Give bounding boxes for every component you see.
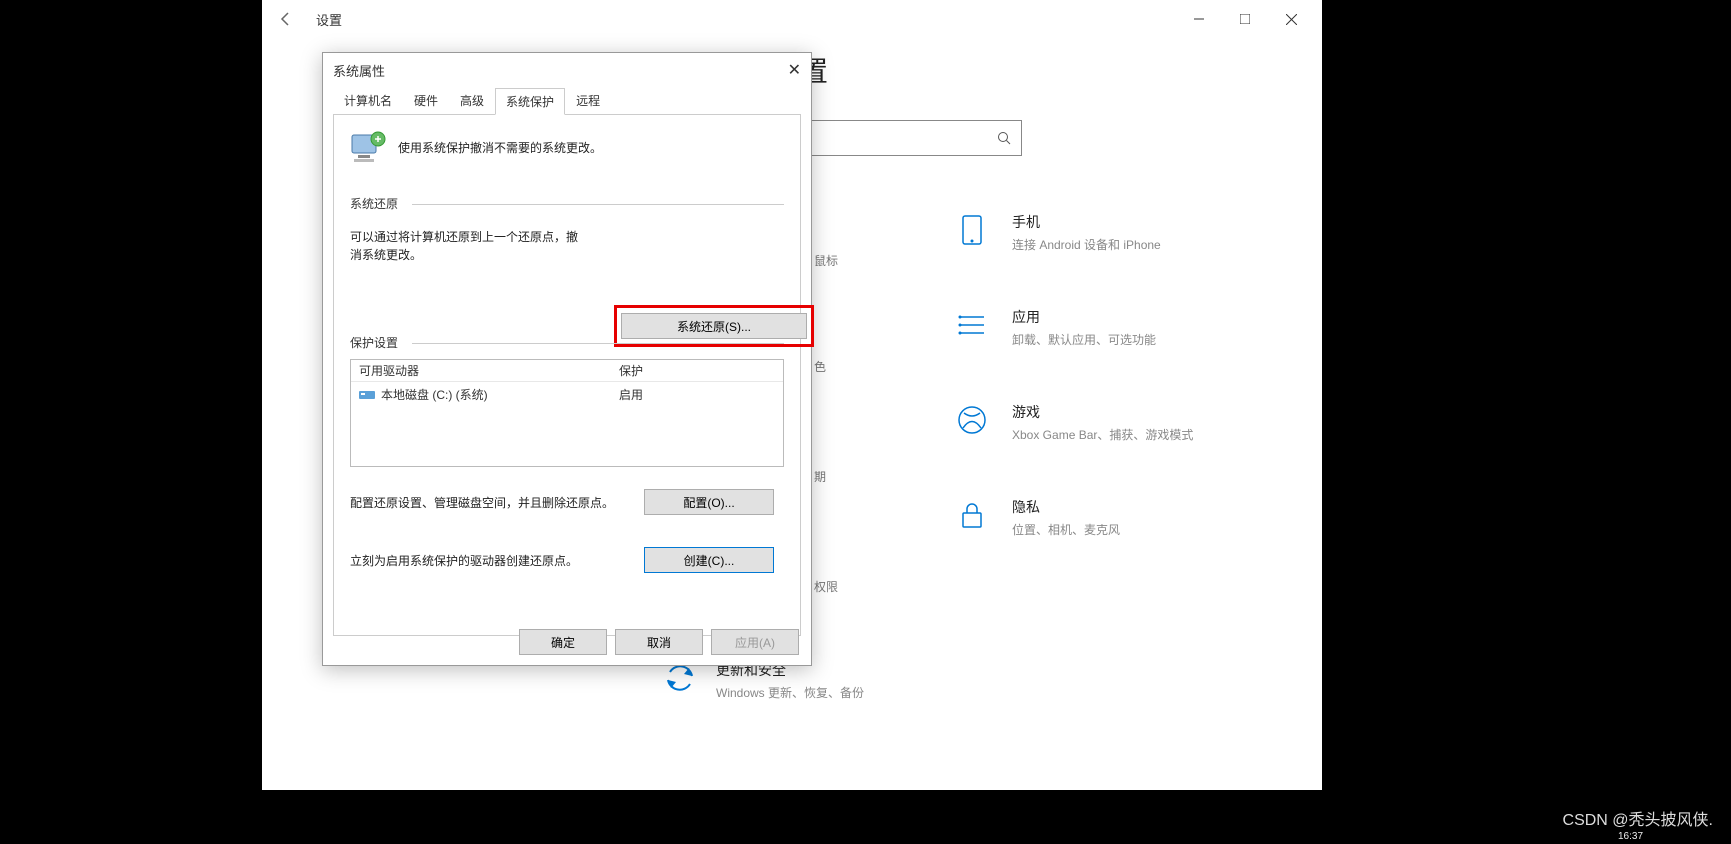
restore-row: 可以通过将计算机还原到上一个还原点，撤消系统更改。 <box>350 228 784 264</box>
partial-label: 权限 <box>814 578 838 595</box>
configure-row: 配置还原设置、管理磁盘空间，并且删除还原点。 配置(O)... <box>350 489 784 515</box>
drive-icon <box>359 389 375 401</box>
table-row[interactable]: 本地磁盘 (C:) (系统) 启用 <box>351 382 783 407</box>
restore-description: 可以通过将计算机还原到上一个还原点，撤消系统更改。 <box>350 228 580 264</box>
configure-button[interactable]: 配置(O)... <box>644 489 774 515</box>
tab-computername[interactable]: 计算机名 <box>333 87 403 114</box>
apply-button[interactable]: 应用(A) <box>711 629 799 655</box>
category-text: 应用 卸载、默认应用、可选功能 <box>1012 307 1156 348</box>
category-phone[interactable]: 手机 连接 Android 设备和 iPhone <box>954 212 1294 253</box>
col-drive: 可用驱动器 <box>359 362 619 379</box>
category-desc: 位置、相机、麦克风 <box>1012 521 1120 538</box>
category-apps[interactable]: 应用 卸载、默认应用、可选功能 <box>954 307 1294 348</box>
cancel-button[interactable]: 取消 <box>615 629 703 655</box>
settings-titlebar: 设置 <box>262 0 1322 38</box>
category-text: 手机 连接 Android 设备和 iPhone <box>1012 212 1161 253</box>
partial-label: 色 <box>814 358 826 375</box>
back-button[interactable] <box>270 3 302 35</box>
tab-remote[interactable]: 远程 <box>565 87 611 114</box>
tab-system-protection[interactable]: 系统保护 <box>495 88 565 115</box>
watermark: CSDN @秃头披风侠. <box>1563 806 1713 830</box>
configure-text: 配置还原设置、管理磁盘空间，并且删除还原点。 <box>350 494 630 511</box>
partial-label: 鼠标 <box>814 252 838 269</box>
system-properties-dialog: 系统属性 ✕ 计算机名 硬件 高级 系统保护 远程 使用系统保护撤消不需要的系统… <box>322 52 812 666</box>
window-controls <box>1176 3 1314 35</box>
dialog-title: 系统属性 <box>333 61 385 80</box>
category-desc: Xbox Game Bar、捕获、游戏模式 <box>1012 426 1193 443</box>
category-list: 手机 连接 Android 设备和 iPhone 应用 卸载、默认应用、可选功能… <box>954 212 1294 538</box>
dialog-close-button[interactable]: ✕ <box>788 60 801 80</box>
col-protection: 保护 <box>619 362 643 379</box>
category-desc: 卸载、默认应用、可选功能 <box>1012 331 1156 348</box>
xbox-icon <box>954 402 990 438</box>
section-restore-heading: 系统还原 <box>350 195 784 212</box>
category-text: 隐私 位置、相机、麦克风 <box>1012 497 1120 538</box>
close-icon <box>1286 14 1297 25</box>
drive-name: 本地磁盘 (C:) (系统) <box>381 386 488 403</box>
create-button[interactable]: 创建(C)... <box>644 547 774 573</box>
system-protection-icon <box>350 129 386 165</box>
category-text: 游戏 Xbox Game Bar、捕获、游戏模式 <box>1012 402 1193 443</box>
category-title: 游戏 <box>1012 402 1193 422</box>
category-privacy[interactable]: 隐私 位置、相机、麦克风 <box>954 497 1294 538</box>
intro-text: 使用系统保护撤消不需要的系统更改。 <box>398 139 602 156</box>
category-title: 手机 <box>1012 212 1161 232</box>
taskbar-clock: 16:37 <box>1618 831 1643 842</box>
category-title: 应用 <box>1012 307 1156 327</box>
create-text: 立刻为启用系统保护的驱动器创建还原点。 <box>350 552 630 569</box>
arrow-left-icon <box>279 12 293 26</box>
intro-row: 使用系统保护撤消不需要的系统更改。 <box>350 129 784 165</box>
settings-app-title: 设置 <box>316 10 342 29</box>
drive-table: 可用驱动器 保护 本地磁盘 (C:) (系统) 启用 <box>350 359 784 467</box>
category-update[interactable]: 更新和安全 Windows 更新、恢复、备份 <box>662 660 864 701</box>
category-desc: 连接 Android 设备和 iPhone <box>1012 236 1161 253</box>
phone-icon <box>954 212 990 248</box>
partial-label: 期 <box>814 468 826 485</box>
lock-icon <box>954 497 990 533</box>
tab-hardware[interactable]: 硬件 <box>403 87 449 114</box>
settings-heading: 设置 <box>772 50 1322 90</box>
maximize-icon <box>1240 14 1250 24</box>
dialog-titlebar[interactable]: 系统属性 ✕ <box>323 53 811 87</box>
category-gaming[interactable]: 游戏 Xbox Game Bar、捕获、游戏模式 <box>954 402 1294 443</box>
tab-strip: 计算机名 硬件 高级 系统保护 远程 <box>323 87 811 114</box>
category-desc: Windows 更新、恢复、备份 <box>716 684 864 701</box>
tab-advanced[interactable]: 高级 <box>449 87 495 114</box>
category-title: 隐私 <box>1012 497 1120 517</box>
minimize-icon <box>1194 14 1204 24</box>
drive-status: 启用 <box>619 386 643 403</box>
minimize-button[interactable] <box>1176 3 1222 35</box>
table-header: 可用驱动器 保护 <box>351 360 783 382</box>
search-icon <box>987 131 1021 145</box>
ok-button[interactable]: 确定 <box>519 629 607 655</box>
category-text: 更新和安全 Windows 更新、恢复、备份 <box>716 660 864 701</box>
maximize-button[interactable] <box>1222 3 1268 35</box>
section-protect-heading: 保护设置 <box>350 334 784 351</box>
apps-icon <box>954 307 990 343</box>
close-button[interactable] <box>1268 3 1314 35</box>
tab-panel: 使用系统保护撤消不需要的系统更改。 系统还原 可以通过将计算机还原到上一个还原点… <box>333 114 801 636</box>
create-row: 立刻为启用系统保护的驱动器创建还原点。 创建(C)... <box>350 547 784 573</box>
dialog-button-row: 确定 取消 应用(A) <box>519 629 799 655</box>
